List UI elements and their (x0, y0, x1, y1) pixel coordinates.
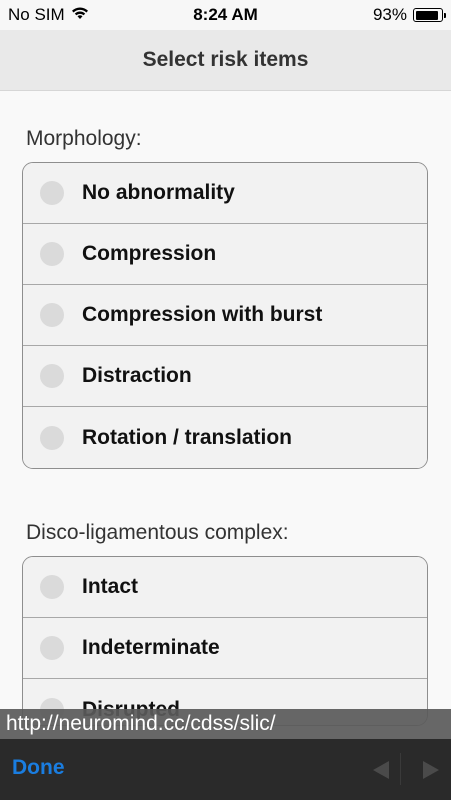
radio-icon[interactable] (40, 425, 64, 450)
option-label: Intact (82, 575, 139, 598)
option-indeterminate[interactable]: Indeterminate (23, 618, 427, 679)
option-compression-with-burst[interactable]: Compression with burst (23, 285, 427, 346)
section-label-morphology: Morphology: (26, 127, 142, 150)
option-compression[interactable]: Compression (23, 224, 427, 285)
option-label: Indeterminate (82, 636, 220, 659)
browser-toolbar: Done (0, 739, 451, 800)
done-button[interactable]: Done (12, 756, 65, 780)
forward-arrow-icon[interactable] (423, 761, 439, 779)
radio-icon[interactable] (40, 575, 64, 599)
radio-icon[interactable] (40, 364, 64, 388)
battery-nub (443, 13, 446, 18)
option-label: Compression (82, 242, 217, 265)
option-label: Distraction (82, 364, 192, 387)
option-group-morphology: No abnormality Compression Compression w… (22, 162, 428, 469)
battery-icon (413, 8, 446, 22)
option-label: Compression with burst (82, 303, 323, 326)
status-bar: No SIM 8:24 AM 93% (0, 0, 451, 30)
radio-icon[interactable] (40, 242, 64, 266)
section-label-disco-ligamentous: Disco-ligamentous complex: (26, 521, 289, 544)
option-label: Rotation / translation (82, 425, 292, 449)
back-arrow-icon[interactable] (373, 761, 389, 779)
battery-percent: 93% (372, 5, 407, 24)
option-no-abnormality[interactable]: No abnormality (23, 163, 427, 224)
battery-fill (415, 10, 438, 20)
radio-icon[interactable] (40, 181, 64, 205)
option-rotation-translation[interactable]: Rotation / translation (23, 407, 427, 468)
status-right: 93% (372, 5, 446, 25)
option-group-disco-ligamentous: Intact Indeterminate Disrupted (22, 556, 428, 726)
option-label: No abnormality (82, 181, 235, 204)
radio-icon[interactable] (40, 303, 64, 327)
page-title: Select risk items (142, 48, 309, 71)
url-bar: http://neuromind.cc/cdss/slic/ (0, 709, 451, 739)
radio-icon[interactable] (40, 636, 64, 660)
page-header: Select risk items (0, 30, 451, 91)
option-distraction[interactable]: Distraction (23, 346, 427, 407)
option-intact[interactable]: Intact (23, 557, 427, 618)
nav-arrows (373, 753, 439, 779)
